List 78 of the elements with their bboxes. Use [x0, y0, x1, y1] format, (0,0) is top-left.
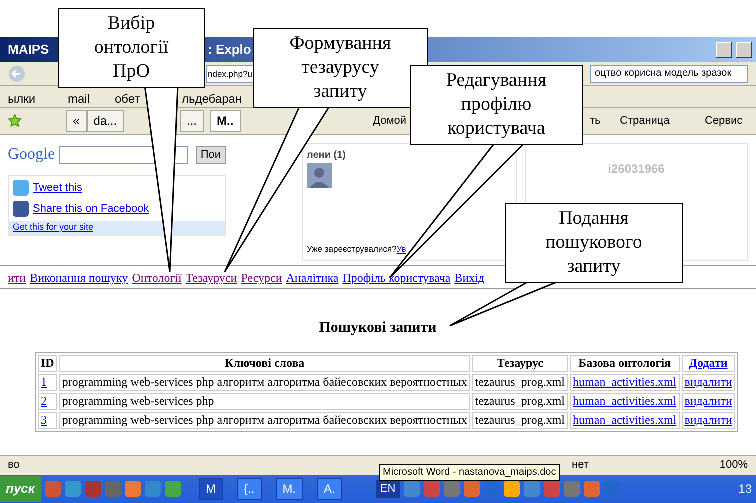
app-icon[interactable] — [45, 481, 61, 497]
tray-icon[interactable] — [564, 481, 580, 497]
nav-link[interactable]: Онтології — [132, 269, 182, 287]
login-link[interactable]: Ув — [396, 244, 406, 254]
callout: Редагування профілю користувача — [410, 65, 583, 145]
tray-icon[interactable] — [464, 481, 480, 497]
back-icon[interactable] — [8, 64, 26, 82]
share-link[interactable]: Tweet this — [33, 180, 83, 196]
zone-text: нет — [572, 458, 589, 474]
browser-tab[interactable]: M.. — [210, 110, 241, 132]
clock-text: 13 — [738, 481, 752, 497]
window-title: : Explo — [208, 40, 252, 59]
tray-icon[interactable] — [444, 481, 460, 497]
home-button[interactable]: Домой — [373, 112, 407, 130]
taskbar-button[interactable]: M — [199, 478, 223, 500]
favorites-star-icon[interactable] — [8, 114, 22, 128]
table-cell: programming web-services php — [59, 392, 470, 410]
table-cell: tezaurus_prog.xml — [472, 392, 568, 410]
window-title: MAIPS — [8, 40, 50, 59]
toolbar-button[interactable]: Страница — [620, 112, 670, 130]
avatar-placeholder — [307, 163, 332, 188]
app-icon[interactable] — [145, 481, 161, 497]
table-cell: programming web-services php алгоритм алгоритма байесовских вероятностных — [59, 374, 470, 390]
tab-list-button[interactable]: « — [66, 110, 87, 132]
column-header: Тезаурус — [472, 354, 568, 372]
share-link[interactable]: Share this on Facebook — [33, 200, 150, 217]
column-header: ID — [38, 354, 58, 372]
app-icon[interactable] — [105, 481, 121, 497]
app-icon[interactable] — [125, 481, 141, 497]
nav-link[interactable]: Профіль користувача — [342, 269, 451, 287]
taskbar-button[interactable]: {.. — [237, 478, 262, 500]
search-button[interactable]: Пои — [196, 146, 226, 164]
widget-id: i26031966 — [608, 162, 665, 176]
nav-link[interactable]: ити — [8, 269, 26, 287]
status-text: во — [8, 458, 20, 474]
browser-tab[interactable]: ... — [180, 110, 204, 132]
registered-text: Уже зареєструвалися? — [307, 244, 397, 254]
search-field[interactable]: оцтво корисна модель зразок — [590, 64, 748, 82]
table-cell: tezaurus_prog.xml — [472, 374, 568, 390]
mail-link[interactable]: mail — [68, 90, 90, 108]
nav-link[interactable]: Вихід — [454, 269, 485, 287]
nav-link[interactable]: Виконання пошуку — [30, 269, 128, 287]
app-icon[interactable] — [165, 481, 181, 497]
toolbar-button[interactable]: Сервис — [705, 112, 743, 130]
nav-link[interactable]: Тезауруси — [186, 269, 238, 287]
tray-icon[interactable] — [584, 481, 600, 497]
links-label: ылки — [8, 90, 36, 108]
tray-icon[interactable] — [424, 481, 440, 497]
browser-tab[interactable]: da... — [86, 110, 124, 132]
app-icon[interactable] — [65, 481, 81, 497]
tooltip: Microsoft Word - nastanova_maips.doc — [379, 464, 560, 481]
nav-link[interactable]: Ресурси — [241, 269, 282, 287]
taskbar-button[interactable]: A. — [317, 478, 342, 500]
google-logo: Google — [8, 145, 56, 165]
column-header: Базова онтологія — [570, 354, 680, 372]
nav-link[interactable]: Аналітика — [286, 269, 339, 287]
taskbar-button[interactable]: M. — [276, 478, 304, 500]
callout: Формування тезаурусу запиту — [253, 28, 428, 108]
language-indicator[interactable]: EN — [376, 480, 400, 498]
restore-button[interactable] — [736, 42, 752, 58]
tray-icon[interactable] — [404, 481, 420, 497]
bookmark-link[interactable]: обет — [115, 90, 140, 108]
app-icon[interactable] — [85, 481, 101, 497]
members-title: лени (1) — [307, 149, 347, 163]
tray-icon[interactable] — [544, 481, 560, 497]
tray-icon[interactable] — [504, 481, 520, 497]
address-field[interactable]: ndex.php?u — [206, 64, 254, 82]
tray-icon[interactable] — [524, 481, 540, 497]
callout: Вибір онтології ПрО — [58, 8, 205, 88]
start-button[interactable]: пуск — [0, 476, 41, 502]
minimize-button[interactable] — [716, 42, 732, 58]
column-header: Ключові слова — [59, 354, 470, 372]
zoom-level[interactable]: 100% — [720, 457, 748, 474]
table-cell: tezaurus_prog.xml — [472, 412, 568, 428]
bookmark-link[interactable]: льдебаран — [182, 90, 242, 108]
table-cell: programming web-services php алгоритм алгоритма байесовских вероятностных — [59, 412, 470, 428]
page-heading: Пошукові запити — [319, 320, 437, 336]
toolbar-button[interactable]: ть — [590, 112, 601, 130]
